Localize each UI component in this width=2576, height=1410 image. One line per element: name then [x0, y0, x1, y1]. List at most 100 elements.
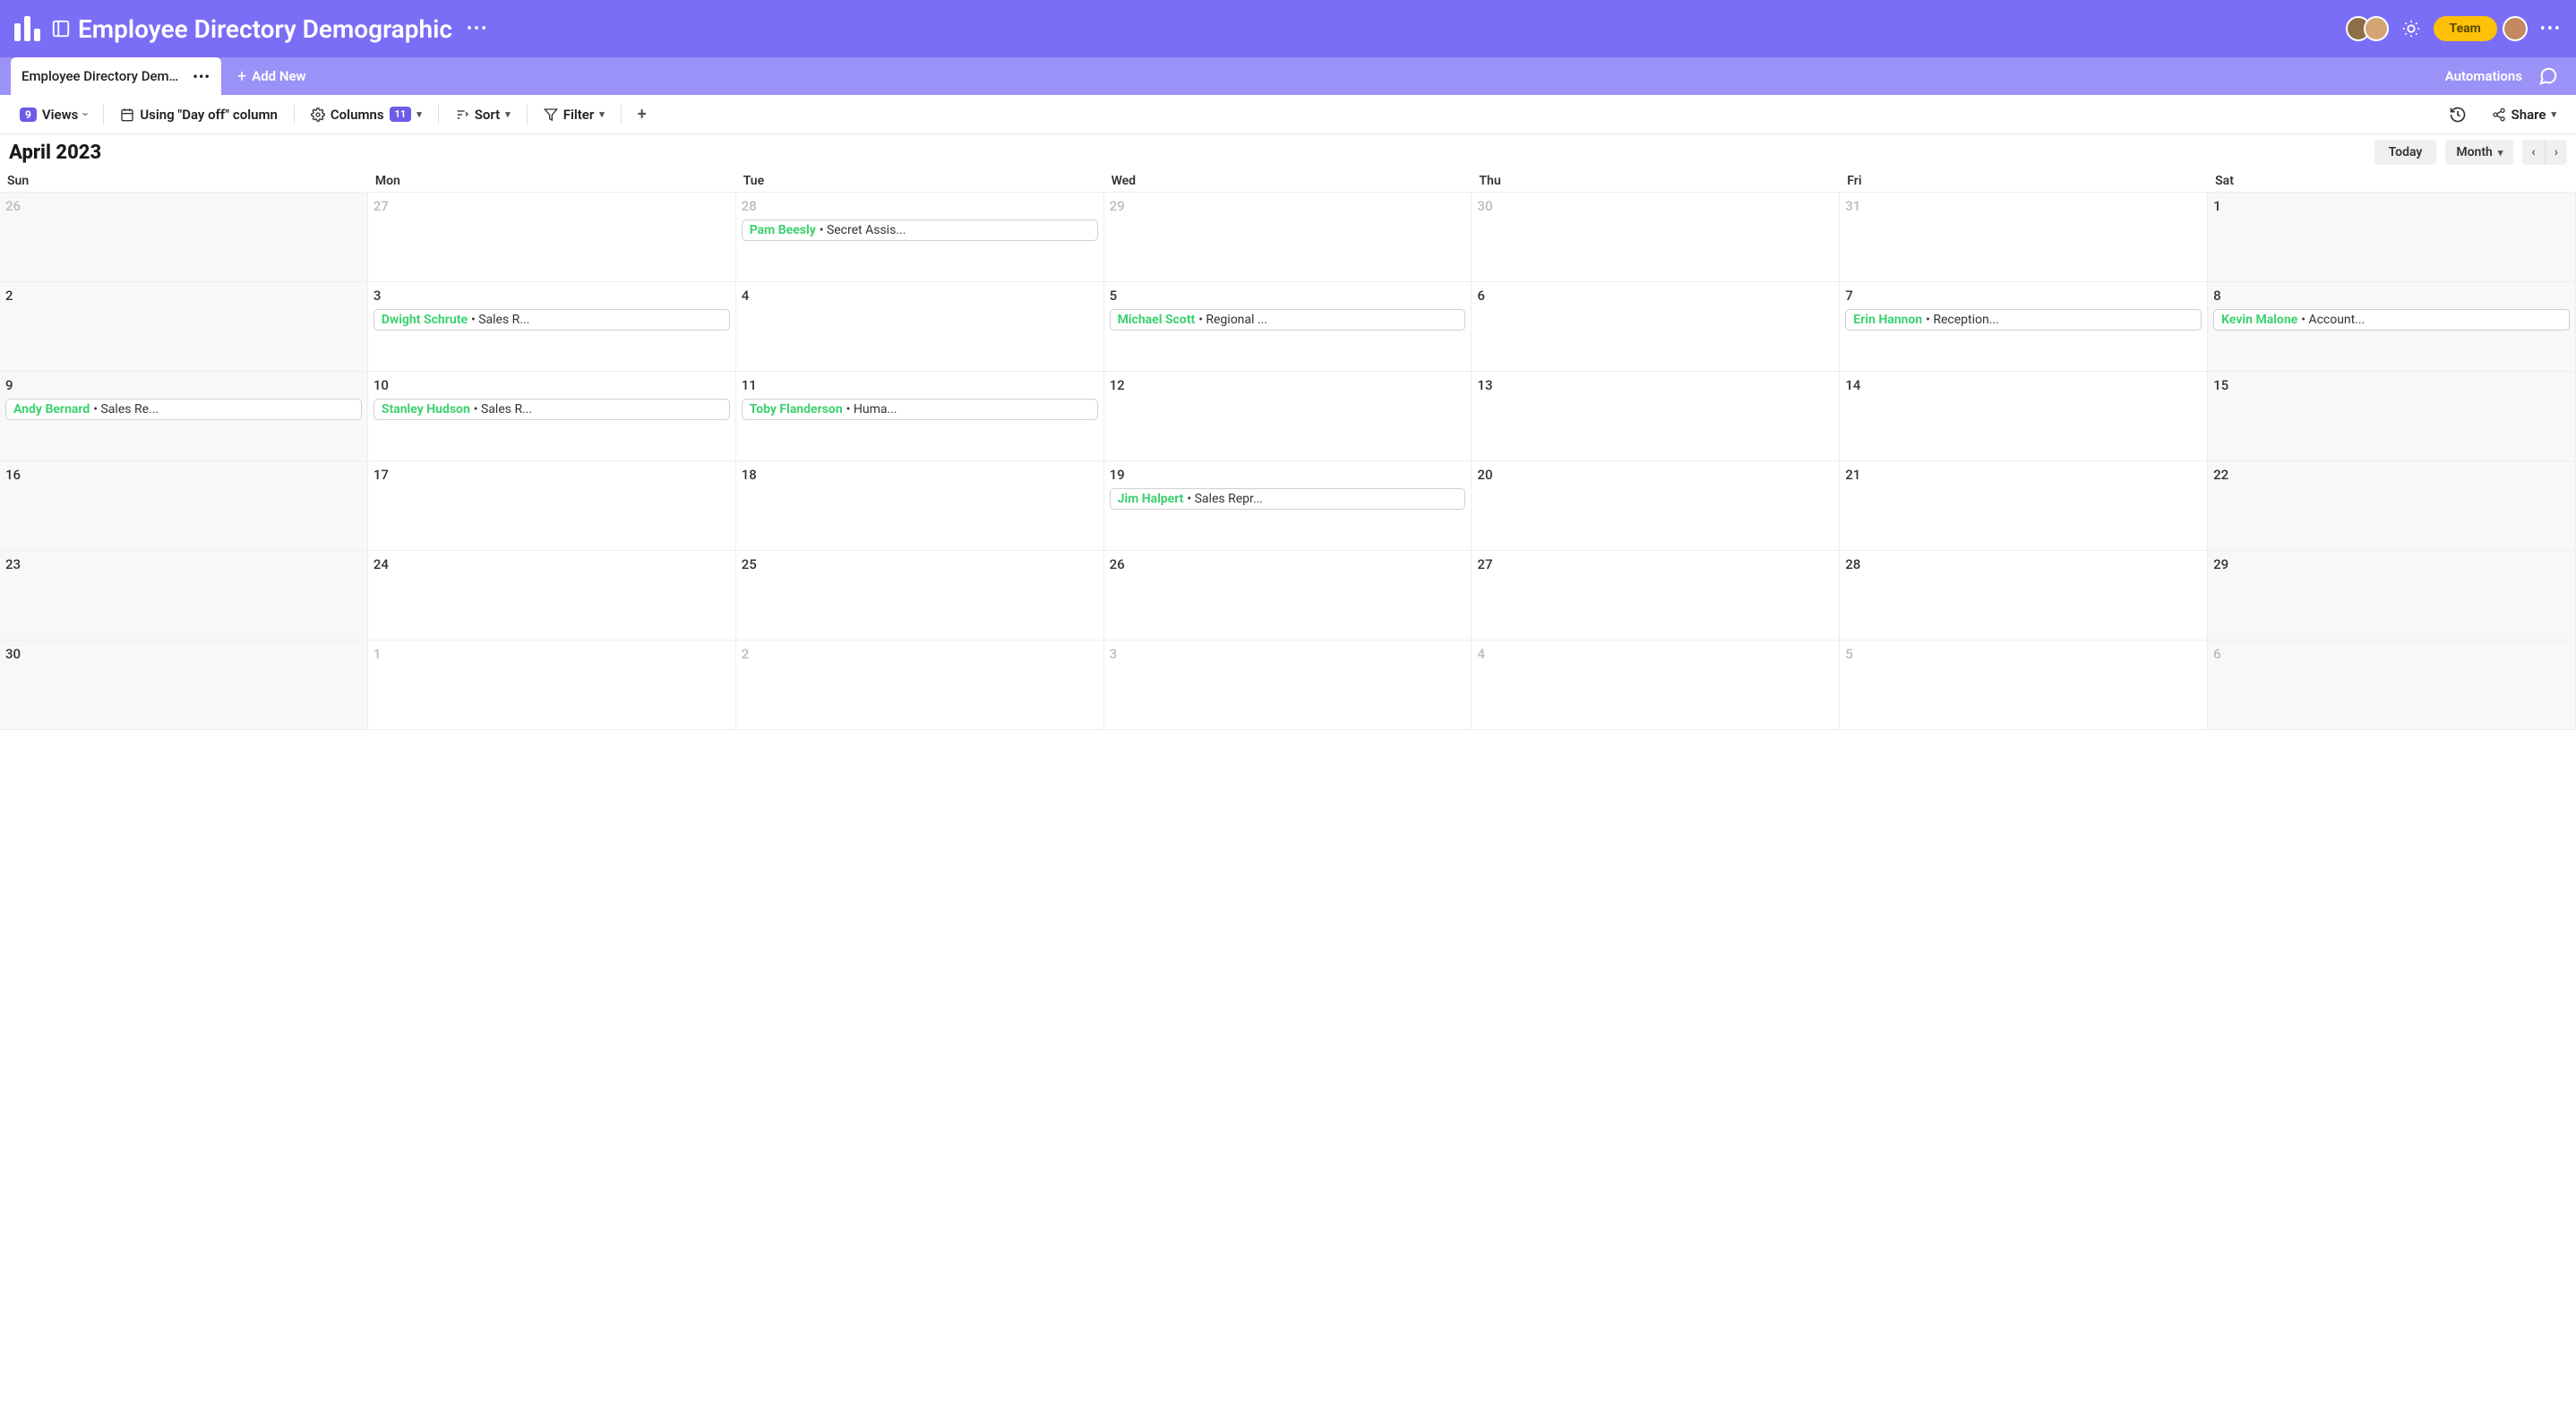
- add-tool-icon[interactable]: +: [629, 101, 656, 127]
- views-button[interactable]: 9 Views ›: [11, 103, 96, 126]
- day-cell[interactable]: 1: [368, 641, 736, 730]
- view-mode-select[interactable]: Month ▾: [2445, 140, 2513, 165]
- day-cell[interactable]: 11 Toby Flanderson • Huma...: [736, 372, 1104, 461]
- day-number: 15: [2213, 377, 2570, 393]
- calendar-grid: 262728Pam Beesly • Secret Assis...293031…: [0, 193, 2576, 730]
- day-cell[interactable]: 12: [1104, 372, 1473, 461]
- day-cell[interactable]: 18: [736, 461, 1104, 551]
- day-cell[interactable]: 31: [1840, 193, 2208, 282]
- day-cell[interactable]: 30: [0, 641, 368, 730]
- calendar-event[interactable]: Toby Flanderson • Huma...: [742, 399, 1098, 420]
- day-number: 21: [1845, 467, 2202, 483]
- day-cell[interactable]: 5 Michael Scott • Regional ...: [1104, 282, 1473, 372]
- day-cell[interactable]: 26: [0, 193, 368, 282]
- event-name: Jim Halpert: [1118, 492, 1184, 506]
- tab-more-icon[interactable]: •••: [193, 68, 210, 85]
- calendar-event[interactable]: Pam Beesly • Secret Assis...: [742, 219, 1098, 241]
- day-number: 11: [742, 377, 1098, 393]
- day-number: 1: [2213, 198, 2570, 214]
- day-cell[interactable]: 2: [0, 282, 368, 372]
- prev-button[interactable]: ‹: [2522, 140, 2545, 165]
- day-number: 12: [1110, 377, 1466, 393]
- day-cell[interactable]: 27: [1472, 551, 1840, 641]
- columns-button[interactable]: Columns 11 ▾: [302, 103, 431, 126]
- day-cell[interactable]: 21: [1840, 461, 2208, 551]
- day-number: 27: [374, 198, 730, 214]
- header-more-icon[interactable]: •••: [467, 20, 488, 39]
- day-cell[interactable]: 20: [1472, 461, 1840, 551]
- weekday-label: Sat: [2208, 170, 2576, 192]
- using-column-button[interactable]: Using "Day off" column: [111, 103, 287, 126]
- chevron-down-icon: ▾: [2498, 147, 2503, 159]
- day-cell[interactable]: 17: [368, 461, 736, 551]
- columns-label: Columns: [331, 107, 384, 123]
- event-name: Erin Hannon: [1853, 313, 1922, 327]
- day-cell[interactable]: 19Jim Halpert • Sales Repr...: [1104, 461, 1473, 551]
- comment-icon[interactable]: [2538, 66, 2558, 86]
- history-icon[interactable]: [2449, 106, 2467, 124]
- day-cell[interactable]: 29: [1104, 193, 1473, 282]
- event-detail: • Huma...: [846, 402, 897, 417]
- calendar-event[interactable]: Michael Scott • Regional ...: [1110, 309, 1466, 331]
- day-cell[interactable]: 16: [0, 461, 368, 551]
- collaborator-avatars[interactable]: [2346, 16, 2389, 41]
- calendar-event[interactable]: Kevin Malone • Account...: [2213, 309, 2570, 331]
- day-number: 27: [1477, 556, 1833, 572]
- filter-button[interactable]: Filter ▾: [535, 103, 614, 126]
- calendar-event[interactable]: Stanley Hudson • Sales R...: [374, 399, 730, 420]
- event-name: Stanley Hudson: [382, 402, 470, 417]
- day-cell[interactable]: 29: [2208, 551, 2576, 641]
- day-cell[interactable]: 25: [736, 551, 1104, 641]
- day-number: 3: [1110, 646, 1466, 662]
- day-cell[interactable]: 1: [2208, 193, 2576, 282]
- day-cell[interactable]: 14: [1840, 372, 2208, 461]
- next-button[interactable]: ›: [2546, 140, 2567, 165]
- tab-active[interactable]: Employee Directory Demo... •••: [11, 57, 221, 95]
- day-cell[interactable]: 24: [368, 551, 736, 641]
- sun-icon[interactable]: [2401, 19, 2421, 39]
- today-button[interactable]: Today: [2374, 140, 2437, 165]
- day-cell[interactable]: 28Pam Beesly • Secret Assis...: [736, 193, 1104, 282]
- day-cell[interactable]: 8Kevin Malone • Account...: [2208, 282, 2576, 372]
- day-cell[interactable]: 7Erin Hannon • Reception...: [1840, 282, 2208, 372]
- sort-button[interactable]: Sort ▾: [446, 103, 519, 126]
- calendar-event[interactable]: Erin Hannon • Reception...: [1845, 309, 2202, 331]
- day-number: 5: [1110, 288, 1466, 304]
- tab-label: Employee Directory Demo...: [21, 68, 184, 84]
- day-cell[interactable]: 6: [2208, 641, 2576, 730]
- event-detail: • Secret Assis...: [820, 223, 906, 237]
- app-logo[interactable]: [14, 16, 40, 41]
- day-cell[interactable]: 15: [2208, 372, 2576, 461]
- calendar-event[interactable]: Jim Halpert • Sales Repr...: [1110, 488, 1466, 510]
- day-cell[interactable]: 28: [1840, 551, 2208, 641]
- day-cell[interactable]: 23: [0, 551, 368, 641]
- team-button[interactable]: Team: [2434, 16, 2497, 41]
- day-cell[interactable]: 6: [1472, 282, 1840, 372]
- day-cell[interactable]: 9Andy Bernard • Sales Re...: [0, 372, 368, 461]
- calendar-event[interactable]: Andy Bernard • Sales Re...: [5, 399, 362, 420]
- day-cell[interactable]: 3Dwight Schrute • Sales R...: [368, 282, 736, 372]
- add-new-button[interactable]: + Add New: [237, 67, 306, 86]
- board-icon: [51, 19, 71, 39]
- share-button[interactable]: Share ▾: [2483, 103, 2565, 126]
- day-cell[interactable]: 5: [1840, 641, 2208, 730]
- day-cell[interactable]: 13: [1472, 372, 1840, 461]
- calendar-event[interactable]: Dwight Schrute • Sales R...: [374, 309, 730, 331]
- automations-link[interactable]: Automations: [2445, 68, 2522, 84]
- event-name: Pam Beesly: [750, 223, 816, 237]
- day-cell[interactable]: 3: [1104, 641, 1473, 730]
- day-number: 25: [742, 556, 1098, 572]
- day-cell[interactable]: 4: [736, 282, 1104, 372]
- day-cell[interactable]: 10Stanley Hudson • Sales R...: [368, 372, 736, 461]
- day-cell[interactable]: 22: [2208, 461, 2576, 551]
- day-cell[interactable]: 4: [1472, 641, 1840, 730]
- user-avatar[interactable]: [2503, 16, 2528, 41]
- event-detail: • Reception...: [1926, 313, 1999, 327]
- event-detail: • Sales R...: [471, 313, 529, 327]
- header-menu-icon[interactable]: •••: [2540, 20, 2562, 39]
- day-number: 4: [1477, 646, 1833, 662]
- day-cell[interactable]: 27: [368, 193, 736, 282]
- day-cell[interactable]: 2: [736, 641, 1104, 730]
- day-cell[interactable]: 30: [1472, 193, 1840, 282]
- day-cell[interactable]: 26: [1104, 551, 1473, 641]
